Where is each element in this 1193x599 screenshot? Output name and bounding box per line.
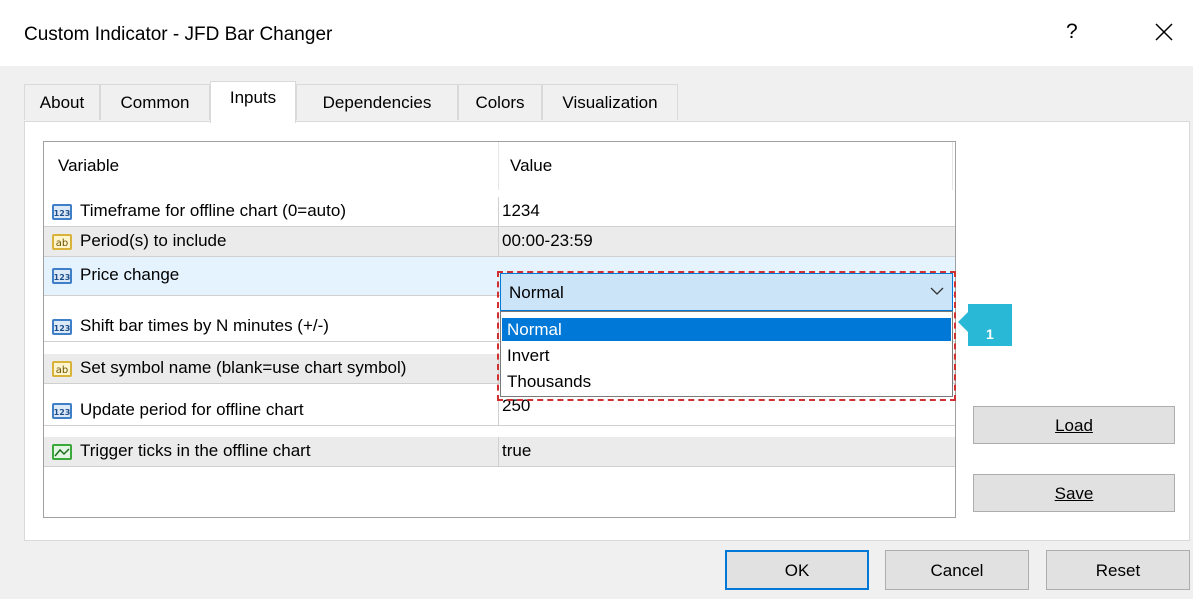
table-row[interactable]: 123 Update period for offline chart 250 [44,396,955,426]
variable-name: Trigger ticks in the offline chart [80,441,311,460]
title-bar: Custom Indicator - JFD Bar Changer ? [0,0,1193,66]
load-button[interactable]: Load [973,406,1175,444]
svg-text:123: 123 [54,209,71,218]
reset-button[interactable]: Reset [1046,550,1190,590]
numeric-123-icon: 123 [52,403,72,419]
header-value[interactable]: Value [510,156,552,176]
header-variable[interactable]: Variable [58,156,119,176]
variable-value[interactable]: 1234 [502,201,540,221]
tab-inputs[interactable]: Inputs [210,81,296,123]
svg-text:123: 123 [54,324,71,333]
svg-text:123: 123 [54,408,71,417]
table-row[interactable]: Trigger ticks in the offline chart true [44,437,955,467]
tab-about[interactable]: About [24,84,100,120]
tab-colors[interactable]: Colors [458,84,542,120]
tab-visualization[interactable]: Visualization [542,84,678,120]
combobox-selected-value: Normal [509,283,564,302]
save-button[interactable]: Save [973,474,1175,512]
variable-name: Update period for offline chart [80,400,304,419]
close-icon[interactable] [1150,18,1178,46]
variable-name: Shift bar times by N minutes (+/-) [80,316,329,335]
chevron-down-icon[interactable] [930,286,944,296]
header-divider [952,142,953,190]
load-button-label: Load [1055,416,1093,435]
variable-value[interactable]: 00:00-23:59 [502,231,593,251]
numeric-123-icon: 123 [52,268,72,284]
table-row[interactable]: 123 Timeframe for offline chart (0=auto)… [44,197,955,227]
numeric-123-icon: 123 [52,204,72,220]
text-ab-icon: ab [52,361,72,377]
ok-button[interactable]: OK [725,550,869,590]
price-change-dropdown-list: Normal Invert Thousands [500,311,953,397]
variable-value[interactable]: 250 [502,396,530,416]
dropdown-option-invert[interactable]: Invert [502,344,951,367]
dropdown-option-normal[interactable]: Normal [502,318,951,341]
save-button-label: Save [1054,484,1094,503]
cancel-button[interactable]: Cancel [885,550,1029,590]
price-change-combobox[interactable]: Normal [500,273,953,311]
table-row[interactable]: ab Period(s) to include 00:00-23:59 [44,227,955,257]
variable-value[interactable]: true [502,441,531,461]
callout-badge: 1 [968,304,1012,346]
variable-name: Price change [80,265,180,284]
callout-number: 1 [986,326,994,342]
header-divider [498,142,499,190]
text-ab-icon: ab [52,234,72,250]
window-title: Custom Indicator - JFD Bar Changer [24,24,333,45]
boolean-chart-icon [52,444,72,460]
svg-text:ab: ab [56,365,68,376]
variable-name: Set symbol name (blank=use chart symbol) [80,358,407,377]
tab-common[interactable]: Common [100,84,210,120]
variable-name: Period(s) to include [80,231,227,250]
svg-text:ab: ab [56,238,68,249]
variable-name: Timeframe for offline chart (0=auto) [80,201,346,220]
callout-arrow [958,312,968,332]
svg-text:123: 123 [54,273,71,282]
tab-dependencies[interactable]: Dependencies [296,84,458,120]
help-button[interactable]: ? [1066,20,1078,44]
numeric-123-icon: 123 [52,319,72,335]
dropdown-option-thousands[interactable]: Thousands [502,370,951,393]
grid-header: Variable Value [44,142,955,190]
